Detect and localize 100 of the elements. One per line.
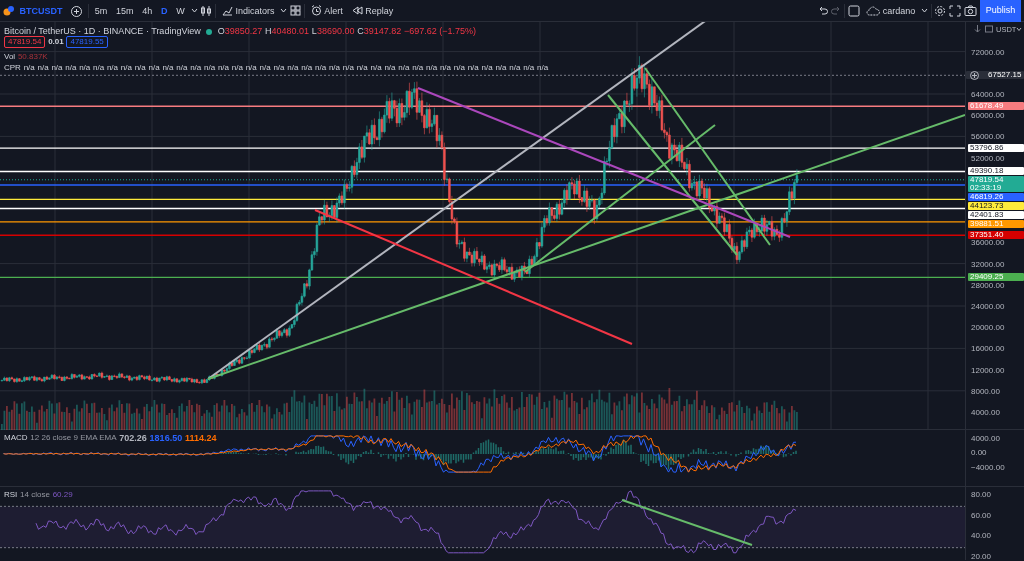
candlestick-icon[interactable] (200, 4, 213, 17)
cpr-value: n/a (259, 62, 271, 74)
caret-icon[interactable] (190, 7, 198, 14)
cpr-value: n/a (495, 62, 507, 74)
symbol-button[interactable]: BTCUSDT (16, 0, 66, 21)
price-label: 61678.49 (968, 102, 1024, 111)
cpr-value: n/a (231, 62, 243, 74)
cpr-value: n/a (453, 62, 465, 74)
cpr-value: n/a (398, 62, 410, 74)
volume-value: 50.837K (17, 51, 48, 63)
trend-line[interactable] (207, 114, 965, 380)
plus-icon[interactable] (970, 70, 979, 80)
cpr-value: n/a (190, 62, 202, 74)
interval-button[interactable]: W (173, 0, 188, 21)
cpr-value: n/a (328, 62, 340, 74)
price-label: 67527.15 (966, 71, 1024, 80)
buy-price-button[interactable]: 47819.55 (66, 36, 108, 48)
price-tick: −4000.00 (971, 463, 1005, 472)
indicators-button[interactable]: Indicators (218, 0, 278, 21)
cpr-value: n/a (287, 62, 299, 74)
price-label: 46819.26 (968, 193, 1024, 202)
trend-line[interactable] (524, 124, 716, 273)
cpr-value: n/a (148, 62, 160, 74)
indicator-value: 1816.50 (149, 432, 183, 445)
price-tick: 24000.00 (971, 303, 1005, 311)
price-tick: 60.00 (971, 511, 992, 520)
trend-line[interactable] (417, 87, 791, 238)
cpr-value: n/a (384, 62, 396, 74)
price-label: 47819.54 02:33:19 (968, 176, 1024, 193)
price-change: −697.62 (−1.75%) (403, 25, 477, 38)
cpr-value: n/a (120, 62, 132, 74)
rewind-icon (351, 5, 363, 16)
sell-price-button[interactable]: 47819.54 (4, 36, 46, 48)
price-tick: 0.00 (971, 449, 987, 457)
price-label: 39881.51 (968, 220, 1024, 229)
grid-icon[interactable] (290, 5, 302, 16)
camera-icon[interactable] (963, 5, 977, 16)
indicator-value: 702.26 (119, 432, 147, 445)
trend-line[interactable] (607, 94, 738, 256)
publish-button[interactable]: Publish (979, 0, 1022, 22)
trend-line[interactable] (314, 209, 633, 345)
price-level-line[interactable] (0, 276, 965, 279)
price-tick: 32000.00 (971, 260, 1005, 269)
indicator-name: RSI (4, 489, 18, 501)
price-tick: 36000.00 (971, 239, 1005, 248)
cpr-value: n/a (51, 62, 63, 74)
indicator-value: 1114.24 (184, 432, 217, 445)
interval-button[interactable]: D (158, 0, 171, 21)
cpr-value: n/a (204, 62, 216, 74)
ohlc-value: O39850.27 (217, 25, 263, 38)
status-dot-icon (206, 28, 213, 35)
price-label: 49390.18 (968, 167, 1024, 176)
cpr-value: n/a (523, 62, 535, 74)
alert-button[interactable]: Alert (307, 0, 346, 21)
cpr-value: n/a (134, 62, 146, 74)
cpr-value: n/a (162, 62, 174, 74)
ohlc-value: C39147.82 (357, 25, 402, 38)
settings-icon[interactable] (934, 4, 947, 17)
interval-button[interactable]: 5m (91, 0, 111, 21)
price-tick: 20000.00 (971, 324, 1005, 333)
ohlc-value: L38690.00 (311, 25, 355, 38)
square-icon[interactable] (985, 25, 993, 33)
caret-icon[interactable] (920, 7, 928, 14)
price-tick: 28000.00 (971, 281, 1005, 290)
caret-icon[interactable] (280, 7, 288, 14)
interval-button[interactable]: 4h (139, 0, 156, 21)
price-tick: 16000.00 (971, 345, 1005, 354)
cpr-value: n/a (481, 62, 493, 74)
price-tick: 64000.00 (971, 91, 1005, 99)
price-tick: 4000.00 (971, 434, 1000, 443)
replay-button[interactable]: Replay (348, 0, 397, 21)
plus-icon (71, 5, 83, 17)
fullscreen-icon[interactable] (949, 4, 962, 17)
arrow-down-icon[interactable] (974, 25, 981, 33)
ohlc-value: H40480.01 (265, 25, 310, 38)
price-tick: 12000.00 (971, 366, 1005, 375)
chart-line-icon (221, 5, 233, 16)
trend-line[interactable] (621, 499, 753, 546)
price-tick: 4000.00 (971, 409, 1000, 417)
price-tick: 8000.00 (971, 387, 1000, 396)
cpr-value: n/a (273, 62, 285, 74)
indicator-params: 14 close (20, 489, 50, 501)
cpr-value: n/a (467, 62, 479, 74)
cpr-value: n/a (509, 62, 521, 74)
volume-label: Vol (4, 51, 16, 63)
price-tick: 52000.00 (971, 154, 1005, 163)
cpr-value: n/a (370, 62, 382, 74)
cpr-value: n/a (93, 62, 105, 74)
price-tick: 20.00 (971, 553, 992, 561)
cpr-value: n/a (106, 62, 118, 74)
trend-line[interactable] (644, 67, 771, 246)
caret-icon[interactable] (1016, 26, 1022, 32)
cpr-value: n/a (301, 62, 313, 74)
indicator-name: MACD (4, 432, 28, 444)
layout-button[interactable]: cardano (862, 0, 919, 21)
price-tick: 80.00 (971, 491, 992, 499)
price-label: 44123.73 (968, 202, 1024, 211)
interval-button[interactable]: 15m (113, 0, 137, 21)
cpr-value: n/a (342, 62, 354, 74)
cpr-value: n/a (412, 62, 424, 74)
